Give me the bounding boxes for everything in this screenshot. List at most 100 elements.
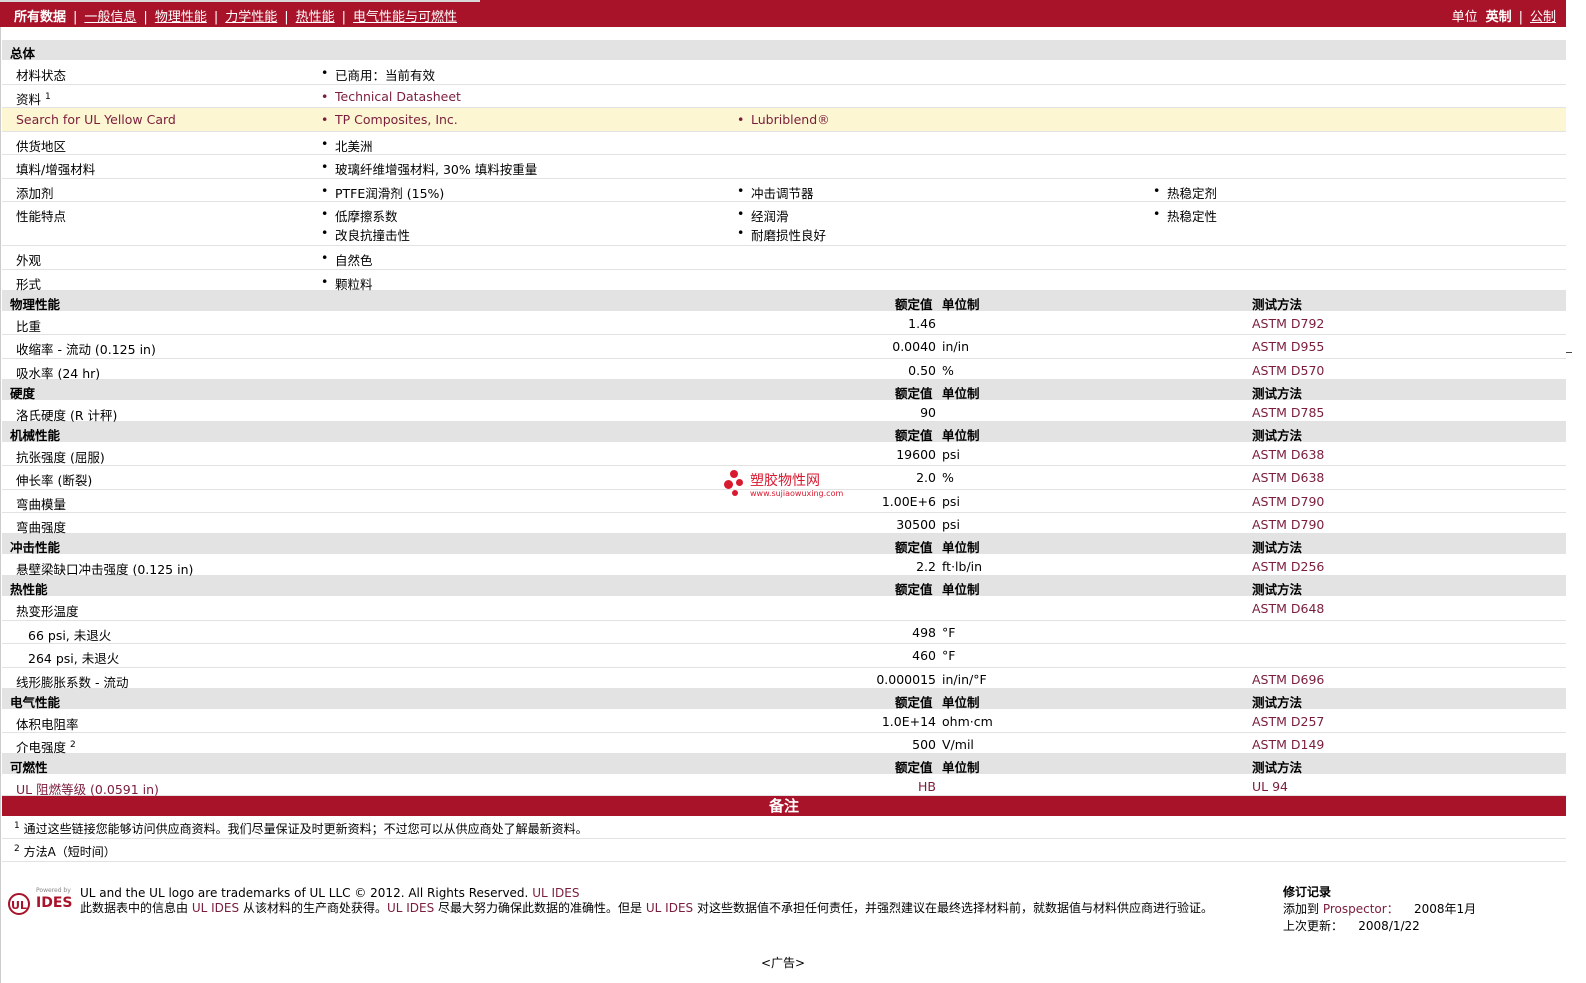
property-unit: psi — [942, 493, 960, 509]
note-number: 1 — [14, 821, 20, 831]
test-method-link[interactable]: ASTM D149 — [1252, 737, 1324, 752]
section-header-physical: 物理性能 额定值 单位制 测试方法 — [2, 290, 1566, 312]
column-header-method: 测试方法 — [1252, 296, 1303, 312]
property-unit: °F — [942, 624, 956, 640]
ul-ides-link[interactable]: UL IDES — [646, 901, 693, 915]
property-row: 线形膨胀系数 - 流动 0.000015 in/in/°F ASTM D696 — [2, 668, 1566, 690]
section-header-general: 总体 — [2, 40, 1566, 61]
units-label: 单位 — [1451, 10, 1478, 25]
property-row: 收缩率 - 流动 (0.125 in) 0.0040 in/in ASTM D9… — [2, 335, 1566, 359]
supplier-link[interactable]: TP Composites, Inc. — [321, 112, 458, 127]
watermark-name: 塑胶物性网 — [750, 473, 820, 489]
column-header-nominal: 额定值 — [895, 694, 933, 710]
property-value-link[interactable]: HB — [918, 779, 936, 794]
updated-date: 2008/1/22 — [1358, 919, 1420, 933]
updated-line: 上次更新： 2008/1/22 — [1283, 918, 1476, 935]
column-header-method: 测试方法 — [1252, 760, 1303, 775]
column-header-nominal: 额定值 — [895, 582, 933, 597]
footer: UL Powered by IDES UL and the UL logo ar… — [2, 875, 1566, 955]
top-strip — [0, 0, 480, 2]
ul-yellow-card-search-link[interactable]: Search for UL Yellow Card — [16, 112, 176, 127]
property-value: 19600 — [896, 446, 936, 462]
test-method-link[interactable]: ASTM D570 — [1252, 363, 1324, 378]
text-segment: 从该材料的生产商处获得。 — [242, 901, 387, 915]
test-method-link[interactable]: ASTM D648 — [1252, 601, 1324, 616]
tab-thermal[interactable]: 热性能 — [296, 6, 335, 25]
watermark-dot — [730, 470, 738, 478]
ul-ides-link[interactable]: UL IDES — [192, 901, 239, 915]
property-unit: ft·lb/in — [942, 559, 983, 574]
property-row: 热变形温度 ASTM D648 — [2, 597, 1566, 621]
watermark-dot — [736, 479, 743, 486]
property-value: 1.0E+14 — [881, 713, 936, 729]
test-method-link[interactable]: UL 94 — [1252, 779, 1288, 794]
note-item: 1 通过这些链接您能够访问供应商资料。我们尽量保证及时更新资料；不过您可以从供应… — [2, 816, 1566, 839]
added-label: 添加到 — [1283, 902, 1320, 916]
section-header-impact: 冲击性能 额定值 单位制 测试方法 — [2, 534, 1566, 555]
test-method-link[interactable]: ASTM D790 — [1252, 517, 1324, 532]
test-method-link[interactable]: ASTM D696 — [1252, 672, 1324, 687]
note-text: 1 通过这些链接您能够访问供应商资料。我们尽量保证及时更新资料；不过您可以从供应… — [14, 820, 588, 837]
test-method-link[interactable]: ASTM D785 — [1252, 405, 1324, 420]
property-row: 抗张强度 (屈服) 19600 psi ASTM D638 — [2, 443, 1566, 466]
row-label: 材料状态 — [16, 68, 67, 83]
test-method-link[interactable]: ASTM D257 — [1252, 714, 1324, 729]
tab-physical[interactable]: 物理性能 — [155, 6, 207, 25]
footer-disclaimer: UL and the UL logo are trademarks of UL … — [80, 886, 1270, 916]
test-method-link[interactable]: ASTM D955 — [1252, 339, 1324, 354]
row-label: 外观 — [16, 253, 42, 268]
tab-separator: | — [143, 10, 148, 25]
property-label-link[interactable]: UL 阻燃等级 (0.0591 in) — [16, 779, 159, 798]
section-title: 总体 — [10, 46, 36, 61]
column-header-method: 测试方法 — [1252, 582, 1303, 597]
ul-logo-icon: UL — [8, 893, 30, 915]
property-unit: V/mil — [942, 737, 974, 752]
test-method-link[interactable]: ASTM D256 — [1252, 559, 1324, 574]
property-row: 比重 1.46 ASTM D792 — [2, 312, 1566, 335]
test-method-link[interactable]: ASTM D638 — [1252, 470, 1324, 485]
property-row: 264 psi, 未退火 460 °F — [2, 644, 1566, 668]
property-label: 收缩率 - 流动 (0.125 in) — [16, 342, 156, 357]
property-unit: psi — [942, 517, 960, 532]
label-text: 介电强度 — [16, 740, 67, 755]
column-header-unit: 单位制 — [942, 427, 980, 443]
row-value: 耐磨损性良好 — [737, 225, 826, 244]
column-header-nominal: 额定值 — [895, 760, 933, 775]
property-label: 弯曲模量 — [16, 496, 67, 512]
row-value: 改良抗撞击性 — [321, 225, 410, 244]
prospector-link[interactable]: Prospector： — [1323, 902, 1399, 916]
section-header-thermal: 热性能 额定值 单位制 测试方法 — [2, 576, 1566, 597]
disclaimer-text: 此数据表中的信息由 UL IDES 从该材料的生产商处获得。UL IDES 尽最… — [80, 901, 1270, 916]
revision-history: 修订记录 添加到 Prospector： 2008年1月 上次更新： 2008/… — [1283, 884, 1476, 935]
unit-imperial: 英制 — [1485, 10, 1512, 25]
section-title: 热性能 — [10, 582, 48, 597]
section-title: 电气性能 — [10, 694, 61, 710]
updated-label: 上次更新： — [1283, 919, 1344, 933]
footnote-ref: 1 — [45, 91, 51, 102]
test-method-link[interactable]: ASTM D792 — [1252, 316, 1324, 331]
tab-electrical-flammability[interactable]: 电气性能与可燃性 — [353, 6, 457, 25]
note-number: 2 — [14, 844, 20, 854]
section-tabs: 所有数据 | 一般信息 | 物理性能 | 力学性能 | 热性能 | 电气性能与可燃性 — [14, 6, 457, 25]
note-item: 2 方法A（短时间） — [2, 839, 1566, 862]
property-value: 30500 — [896, 517, 936, 532]
section-title: 硬度 — [10, 385, 36, 401]
row-availability: 供货地区 北美洲 — [2, 132, 1566, 155]
tab-all-data[interactable]: 所有数据 — [14, 6, 66, 25]
row-value: 经润滑 — [737, 206, 788, 225]
ul-ides-link[interactable]: UL IDES — [532, 886, 579, 900]
test-method-link[interactable]: ASTM D790 — [1252, 494, 1324, 509]
tab-mechanical[interactable]: 力学性能 — [225, 6, 277, 25]
section-title: 机械性能 — [10, 427, 61, 443]
test-method-link[interactable]: ASTM D638 — [1252, 447, 1324, 462]
tab-general-info[interactable]: 一般信息 — [84, 6, 136, 25]
ul-ides-link[interactable]: UL IDES — [387, 901, 434, 915]
property-value: 460 — [912, 648, 936, 663]
row-value: PTFE润滑剂 (15%) — [321, 183, 444, 202]
row-literature: 资料 1 Technical Datasheet — [2, 85, 1566, 108]
row-label: 添加剂 — [16, 185, 54, 201]
unit-metric-link[interactable]: 公制 — [1530, 10, 1556, 25]
trade-name-link[interactable]: Lubriblend® — [737, 112, 830, 127]
row-value: 北美洲 — [321, 136, 372, 155]
technical-datasheet-link[interactable]: Technical Datasheet — [321, 89, 461, 104]
